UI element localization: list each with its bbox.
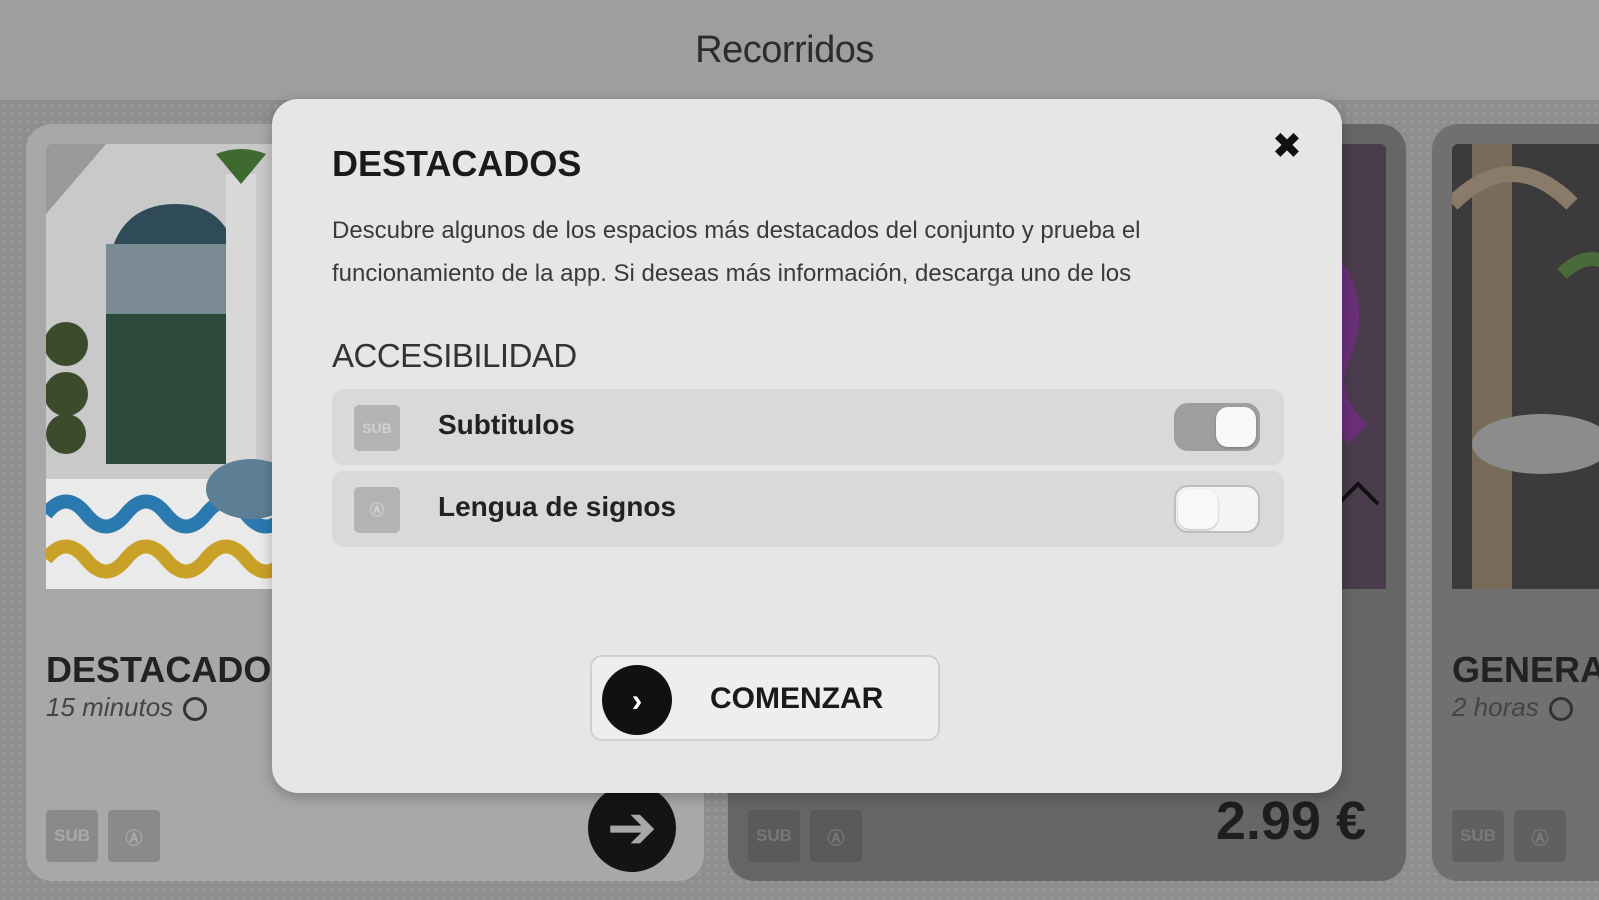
option-subtitles: SUB Subtitulos <box>332 389 1284 465</box>
toggle-knob <box>1216 407 1256 447</box>
option-sign-language: Ⓐ Lengua de signos <box>332 471 1284 547</box>
close-icon[interactable]: ✖ <box>1272 125 1302 167</box>
tour-duration: 15 minutos <box>46 692 208 723</box>
tour-name: DESTACADOS <box>46 649 296 690</box>
toggle-knob <box>1178 489 1218 529</box>
subtitles-toggle[interactable] <box>1174 403 1260 451</box>
tour-detail-dialog: ✖ DESTACADOS Descubre algunos de los esp… <box>272 99 1342 793</box>
option-label: Lengua de signos <box>438 491 677 522</box>
clock-icon <box>183 697 208 722</box>
header-bar: Recorridos <box>0 0 1599 102</box>
start-label: COMENZAR <box>710 682 884 715</box>
accessibility-heading: ACCESIBILIDAD <box>332 337 577 374</box>
option-label: Subtitulos <box>438 409 575 440</box>
page-title: Recorridos <box>695 28 874 71</box>
subtitles-icon: SUB <box>748 810 800 862</box>
sign-language-toggle[interactable] <box>1174 485 1260 533</box>
tour-name: GENERA <box>1452 649 1599 690</box>
tour-image <box>1452 144 1599 609</box>
tour-card-general[interactable]: GENERA 2 horas SUB Ⓐ <box>1432 124 1599 881</box>
sign-language-icon: Ⓐ <box>1514 810 1566 862</box>
subtitles-icon: SUB <box>46 810 98 862</box>
tour-duration: 2 horas <box>1452 692 1573 723</box>
duration-text: 2 horas <box>1452 692 1539 722</box>
clock-icon <box>1548 697 1573 722</box>
dialog-title: DESTACADOS <box>332 143 582 184</box>
tour-description: Descubre algunos de los espacios más des… <box>332 209 1232 309</box>
sign-language-icon: Ⓐ <box>810 810 862 862</box>
tour-price: 2.99 € <box>1215 791 1366 851</box>
subtitles-icon: SUB <box>1452 810 1504 862</box>
start-button[interactable]: › COMENZAR <box>590 655 940 741</box>
arrow-right-icon[interactable]: ➔ <box>588 784 676 872</box>
chevron-right-icon: › <box>602 665 672 735</box>
subtitles-icon: SUB <box>354 405 400 451</box>
duration-text: 15 minutos <box>46 692 174 722</box>
sign-language-icon: Ⓐ <box>354 487 400 533</box>
sign-language-icon: Ⓐ <box>108 810 160 862</box>
